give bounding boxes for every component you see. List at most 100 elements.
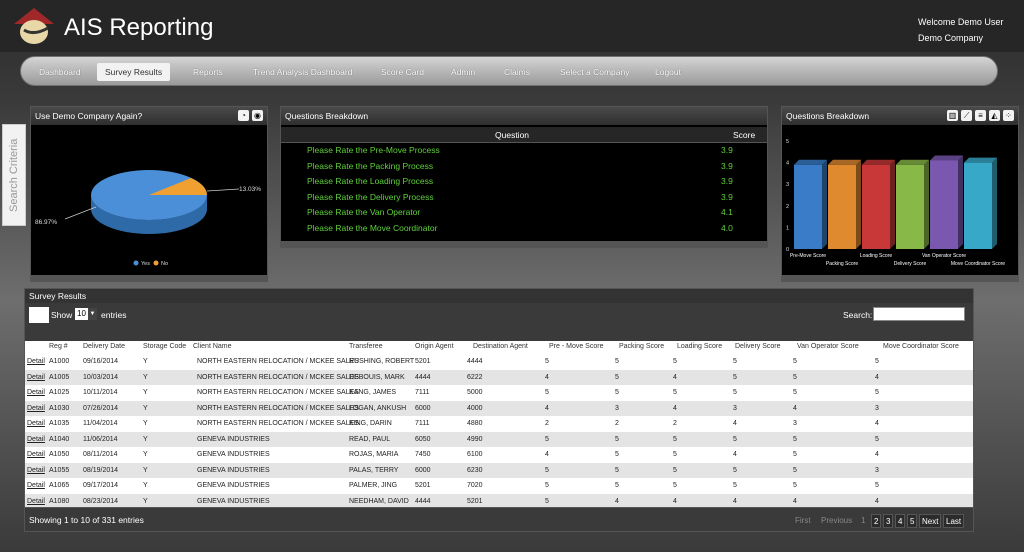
area-chart-icon[interactable]: ◭ [989,110,1000,121]
table-cell: PALMER, JING [349,482,398,489]
table-cell: NORTH EASTERN RELOCATION / MCKEE SALES [197,389,359,396]
question-row: Please Rate the Packing Process 3.9 [281,159,767,175]
nav-select-company[interactable]: Select a Company [552,63,637,81]
chart-bar[interactable] [794,159,827,249]
column-header[interactable]: Reg # [49,343,68,350]
pie-label-yes: 86.97% [35,219,57,226]
table-cell: 7111 [415,389,430,396]
search-input[interactable] [873,307,965,321]
pagination-first[interactable]: First [793,514,813,528]
table-cell: RUSHING, ROBERT [349,358,415,365]
column-header[interactable]: Move Coordinator Score [883,343,959,350]
nav-score-card[interactable]: Score Card [373,63,432,81]
pie-chart-icon[interactable]: ◔ [238,110,249,121]
donut-chart-icon[interactable]: ◉ [252,110,263,121]
table-cell: 09/16/2014 [83,358,119,365]
line-chart-icon[interactable]: ⟋ [961,110,972,121]
bar-panel-header: Questions Breakdown ▥ ⟋ ≡ ◭ ⁘ [782,107,1018,125]
pagination-previous[interactable]: Previous [819,514,854,528]
table-cell: 5 [875,389,879,396]
table-cell: A1005 [49,373,70,381]
table-cell: 5 [875,358,879,365]
welcome-text: Welcome Demo User [918,17,1004,27]
nav-admin[interactable]: Admin [443,63,483,81]
column-header[interactable]: Delivery Score [735,343,781,350]
column-header[interactable]: Storage Code [143,343,186,350]
pagination-next[interactable]: Next [919,514,942,528]
pagination-page-1[interactable]: 1 [859,514,867,528]
table-cell: 4 [733,451,737,458]
detail-link[interactable]: Detail [27,451,45,458]
pagination-last[interactable]: Last [943,514,965,528]
table-cell: A1055 [49,466,70,474]
detail-link[interactable]: Detail [27,358,45,365]
table-cell: 09/17/2014 [83,482,119,489]
detail-link[interactable]: Detail [27,374,45,381]
detail-link[interactable]: Detail [27,420,45,427]
question-row: Please Rate the Move Coordinator 4.0 [281,221,767,237]
table-cell: 4 [545,404,549,412]
chart-bar[interactable] [964,157,997,249]
table-cell: 7020 [467,482,483,489]
questions-panel-title: Questions Breakdown [285,111,369,121]
table-cell: 5 [673,482,677,489]
column-header[interactable]: Delivery Date [83,343,125,350]
bar-chart-panel: Questions Breakdown ▥ ⟋ ≡ ◭ ⁘ 0 1 2 3 4 5 Pre-… [781,106,1019,282]
bar-chart-icon[interactable]: ≡ [975,110,986,121]
table-cell: NEEDHAM, DAVID [349,497,409,505]
table-cell: 10/03/2014 [83,373,119,381]
scatter-chart-icon[interactable]: ⁘ [1003,110,1014,121]
table-cell: 3 [875,466,879,474]
table-cell: 4 [673,404,677,412]
table-cell: 5 [733,435,737,443]
table-cell: 5 [673,435,677,443]
nav-logout[interactable]: Logout [647,63,689,81]
nav-reports[interactable]: Reports [185,63,231,81]
table-cell: A1065 [49,482,70,489]
detail-link[interactable]: Detail [27,482,45,489]
nav-dashboard[interactable]: Dashboard [31,63,89,81]
detail-link[interactable]: Detail [27,436,45,443]
table-cell: 4444 [467,358,483,365]
column-header[interactable]: Van Operator Score [797,343,859,350]
detail-link[interactable]: Detail [27,467,45,474]
pagination-page-5[interactable]: 5 [907,514,918,528]
table-cell: GENEVA INDUSTRIES [197,497,270,505]
detail-link[interactable]: Detail [27,498,45,505]
column-header[interactable]: Origin Agent [415,343,454,350]
column-chart-icon[interactable]: ▥ [947,110,958,121]
nav-survey-results[interactable]: Survey Results [97,63,171,81]
nav-trend-analysis[interactable]: Trend Analysis Dashboard [245,63,360,81]
detail-link[interactable]: Detail [27,405,45,412]
column-header[interactable]: Loading Score [677,343,722,350]
chart-bar[interactable] [828,159,861,249]
pagination-page-2[interactable]: 2 [871,514,882,528]
column-header[interactable]: Pre - Move Score [549,343,603,350]
table-row: Detail A1040 11/06/2014 Y GENEVA INDUSTRIES R… [25,431,973,447]
table-cell: 7450 [415,451,431,458]
table-cell: READ, PAUL [349,435,391,443]
detail-link[interactable]: Detail [27,389,45,396]
page-size-select[interactable]: 10 ▼ [75,308,97,320]
col-question: Question [495,130,530,140]
column-header[interactable]: Destination Agent [473,343,528,350]
column-header[interactable]: Client Name [193,343,232,350]
table-cell: 2 [615,420,619,427]
column-header[interactable]: Transferee [349,343,383,350]
table-cell: 5 [545,435,549,443]
search-label: Search: [843,310,873,320]
pie-chart: 13.03% 86.97% Yes No [35,170,261,267]
export-box[interactable] [29,307,49,323]
x-category-label: Move Coordinator Score [951,261,1005,267]
chart-bar[interactable] [896,159,929,249]
search-criteria-tab[interactable]: Search Criteria [2,124,26,226]
column-header[interactable]: Packing Score [619,343,664,350]
table-cell: Y [143,358,148,365]
pagination-page-4[interactable]: 4 [895,514,906,528]
table-cell: PALAS, TERRY [349,466,399,474]
nav-claims[interactable]: Claims [496,63,538,81]
pagination-page-3[interactable]: 3 [883,514,894,528]
chart-bar[interactable] [862,159,895,249]
chart-bar[interactable] [930,155,963,249]
table-cell: Y [143,497,148,505]
